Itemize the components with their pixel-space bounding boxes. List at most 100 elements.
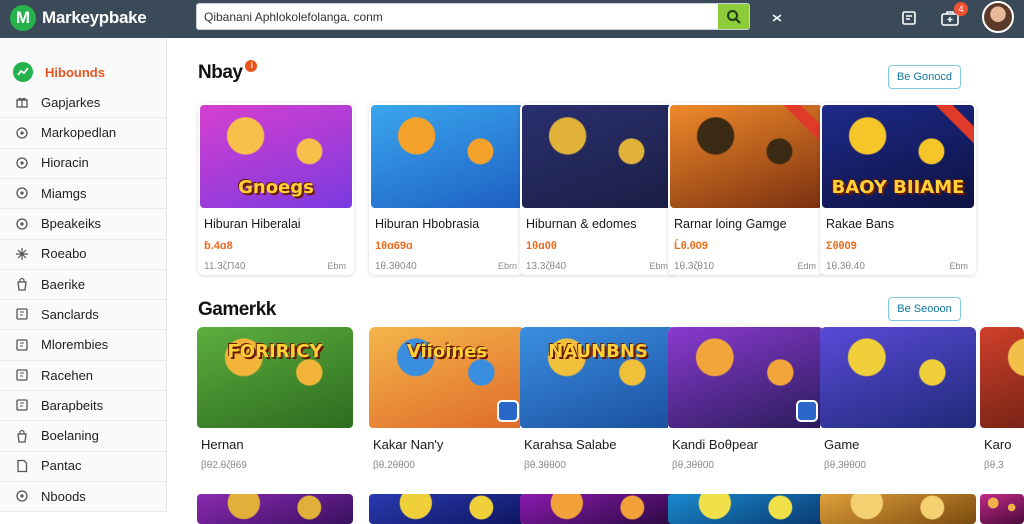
logo-icon: M xyxy=(10,5,36,31)
game-thumbnail[interactable] xyxy=(668,327,824,428)
search-button[interactable] xyxy=(718,4,749,29)
game-card[interactable]: Kandi Boθpear βθ.3θθ00 xyxy=(668,327,824,499)
card-meta: 1θ.3ζθ10 xyxy=(674,261,715,272)
game-card[interactable]: BAOY BIIAME Rakae Bans Σθθ09 1θ.3θ.40 Ebm xyxy=(820,103,976,275)
square-icon xyxy=(15,307,29,321)
sidebar-item-label: Hibounds xyxy=(45,64,105,80)
card-rating: Ebm xyxy=(327,261,346,271)
game-thumbnail[interactable]: Viioines xyxy=(369,327,525,428)
see-all-button[interactable]: Be Seooon xyxy=(888,297,961,321)
card-price: 1θɑ0θ xyxy=(526,240,557,252)
card-meta: βθ.3θθ00 xyxy=(672,460,714,471)
circle-icon xyxy=(15,126,29,140)
square-icon xyxy=(15,338,29,352)
game-thumbnail[interactable] xyxy=(668,494,824,524)
avatar[interactable] xyxy=(982,1,1014,33)
sidebar-item-label: Bpeakeiks xyxy=(41,216,101,231)
sidebar-item[interactable]: Baerike xyxy=(0,270,166,298)
sidebar-item[interactable]: Pantac xyxy=(0,452,166,480)
card-meta: βθ.3θθ00 xyxy=(524,460,566,471)
card-title[interactable]: Hiburan Hbobrasia xyxy=(375,217,479,231)
sidebar-item[interactable]: Mlorembies xyxy=(0,331,166,359)
thumbnail-title: FORIRICY xyxy=(227,341,323,362)
game-thumbnail[interactable] xyxy=(371,105,523,208)
game-card[interactable]: Viioines Kakar Nan'y βθ.2θθ00 xyxy=(369,327,525,499)
game-card[interactable]: Game βθ.3θθ00 xyxy=(820,327,976,499)
game-thumbnail[interactable]: Gnoegs xyxy=(200,105,352,208)
card-rating: Ebm xyxy=(649,261,668,271)
sidebar-item-label: Barapbeits xyxy=(41,397,104,413)
game-card[interactable]: Rarnar loing Gamge Ĺθ.θ09 1θ.3ζθ10 Edm xyxy=(668,103,824,275)
card-title[interactable]: Rarnar loing Gamge xyxy=(674,217,787,231)
sidebar-item-label: Racehen xyxy=(41,367,94,383)
game-thumbnail[interactable]: FORIRICY xyxy=(197,327,353,428)
sidebar: Hibounds Gapjarkes Markopedlan Hioracin Miam… xyxy=(0,38,167,513)
wishlist-button[interactable] xyxy=(897,6,921,30)
game-thumbnail[interactable]: BAOY BIIAME xyxy=(822,105,974,208)
game-thumbnail[interactable] xyxy=(820,494,976,524)
sidebar-item-label: Markopedlan xyxy=(41,125,117,141)
game-card[interactable]: Hiburnan & edomes 1θɑ0θ 13.3ζθ40 Ebm xyxy=(520,103,676,275)
game-thumbnail[interactable] xyxy=(820,327,976,428)
star-icon xyxy=(15,247,29,261)
game-card[interactable]: Gnoegs Hiburan Hiberalai ɓ.4ɑ8 11.3ζΠ40 Ebm xyxy=(198,103,354,275)
card-title[interactable]: Hiburnan & edomes xyxy=(526,217,636,231)
game-card[interactable]: FORIRICY Hernan βθ2.θζθ69 xyxy=(197,327,353,499)
shuffle-button[interactable] xyxy=(765,6,789,30)
game-card[interactable]: Hiburan Hbobrasia 1θɑ69ɑ 1θ.3θ040 Ebrn xyxy=(369,103,525,275)
game-thumbnail[interactable] xyxy=(520,494,676,524)
sidebar-item[interactable]: Gapjarkes xyxy=(0,88,166,116)
circle-icon xyxy=(15,156,29,170)
game-thumbnail[interactable] xyxy=(369,494,525,524)
card-price: Σθθ09 xyxy=(826,240,857,252)
sidebar-item[interactable]: Barapbeits xyxy=(0,391,166,419)
sidebar-item[interactable]: Markopedlan xyxy=(0,119,166,147)
see-all-button[interactable]: Be Gonocd xyxy=(888,65,961,89)
card-title[interactable]: Kakar Nan'y xyxy=(373,437,443,452)
thumbnail-title: Viioines xyxy=(406,341,488,362)
circle-icon xyxy=(15,217,29,231)
search-icon xyxy=(726,9,741,24)
sidebar-item[interactable]: Hioracin xyxy=(0,149,166,177)
card-rating: Ebm xyxy=(949,261,968,271)
card-title[interactable]: Rakae Bans xyxy=(826,217,894,231)
card-title[interactable]: Hiburan Hiberalai xyxy=(204,217,301,231)
app-logo[interactable]: M Markeypbake xyxy=(10,5,147,31)
square-icon xyxy=(15,368,29,382)
sidebar-item[interactable]: Sanclards xyxy=(0,300,166,328)
card-rating: Edm xyxy=(797,261,816,271)
card-title[interactable]: Karo xyxy=(984,437,1011,452)
sidebar-item[interactable]: Roeabo xyxy=(0,240,166,268)
sidebar-item[interactable]: Miamgs xyxy=(0,179,166,207)
game-thumbnail[interactable] xyxy=(980,494,1024,524)
page-icon xyxy=(15,459,29,473)
card-meta: 13.3ζθ40 xyxy=(526,261,567,272)
game-thumbnail[interactable] xyxy=(980,327,1024,428)
cart-button[interactable]: 4 xyxy=(938,2,968,30)
card-rating: Ebrn xyxy=(497,261,517,271)
game-thumbnail[interactable]: NAUNBNS xyxy=(520,327,676,428)
thumbnail-title: Gnoegs xyxy=(238,177,314,198)
thumbnail-title: NAUNBNS xyxy=(548,341,648,362)
card-title[interactable]: Karahsa Salabe xyxy=(524,437,617,452)
play-icon xyxy=(796,400,818,422)
sidebar-item-label: Mlorembies xyxy=(41,337,109,353)
sidebar-item[interactable]: Bpeakeiks xyxy=(0,210,166,238)
game-thumbnail[interactable] xyxy=(197,494,353,524)
section-title: Gamerkk xyxy=(198,299,276,320)
sidebar-item[interactable]: Hibounds xyxy=(0,58,166,86)
card-title[interactable]: Kandi Boθpear xyxy=(672,437,758,452)
card-meta: βθ.2θθ00 xyxy=(373,460,415,471)
game-card[interactable]: Karo βθ.3 xyxy=(980,327,1024,499)
card-title[interactable]: Hernan xyxy=(201,437,244,452)
trend-icon xyxy=(13,62,33,82)
sidebar-item[interactable]: Boelaning xyxy=(0,422,166,450)
sidebar-item[interactable]: Racehen xyxy=(0,361,166,389)
app-name: Markeypbake xyxy=(42,8,147,27)
sidebar-item[interactable]: Nboods xyxy=(0,482,166,510)
game-thumbnail[interactable] xyxy=(670,105,822,208)
search-input[interactable] xyxy=(197,4,717,29)
game-card[interactable]: NAUNBNS Karahsa Salabe βθ.3θθ00 xyxy=(520,327,676,499)
card-title[interactable]: Game xyxy=(824,437,859,452)
game-thumbnail[interactable] xyxy=(522,105,674,208)
